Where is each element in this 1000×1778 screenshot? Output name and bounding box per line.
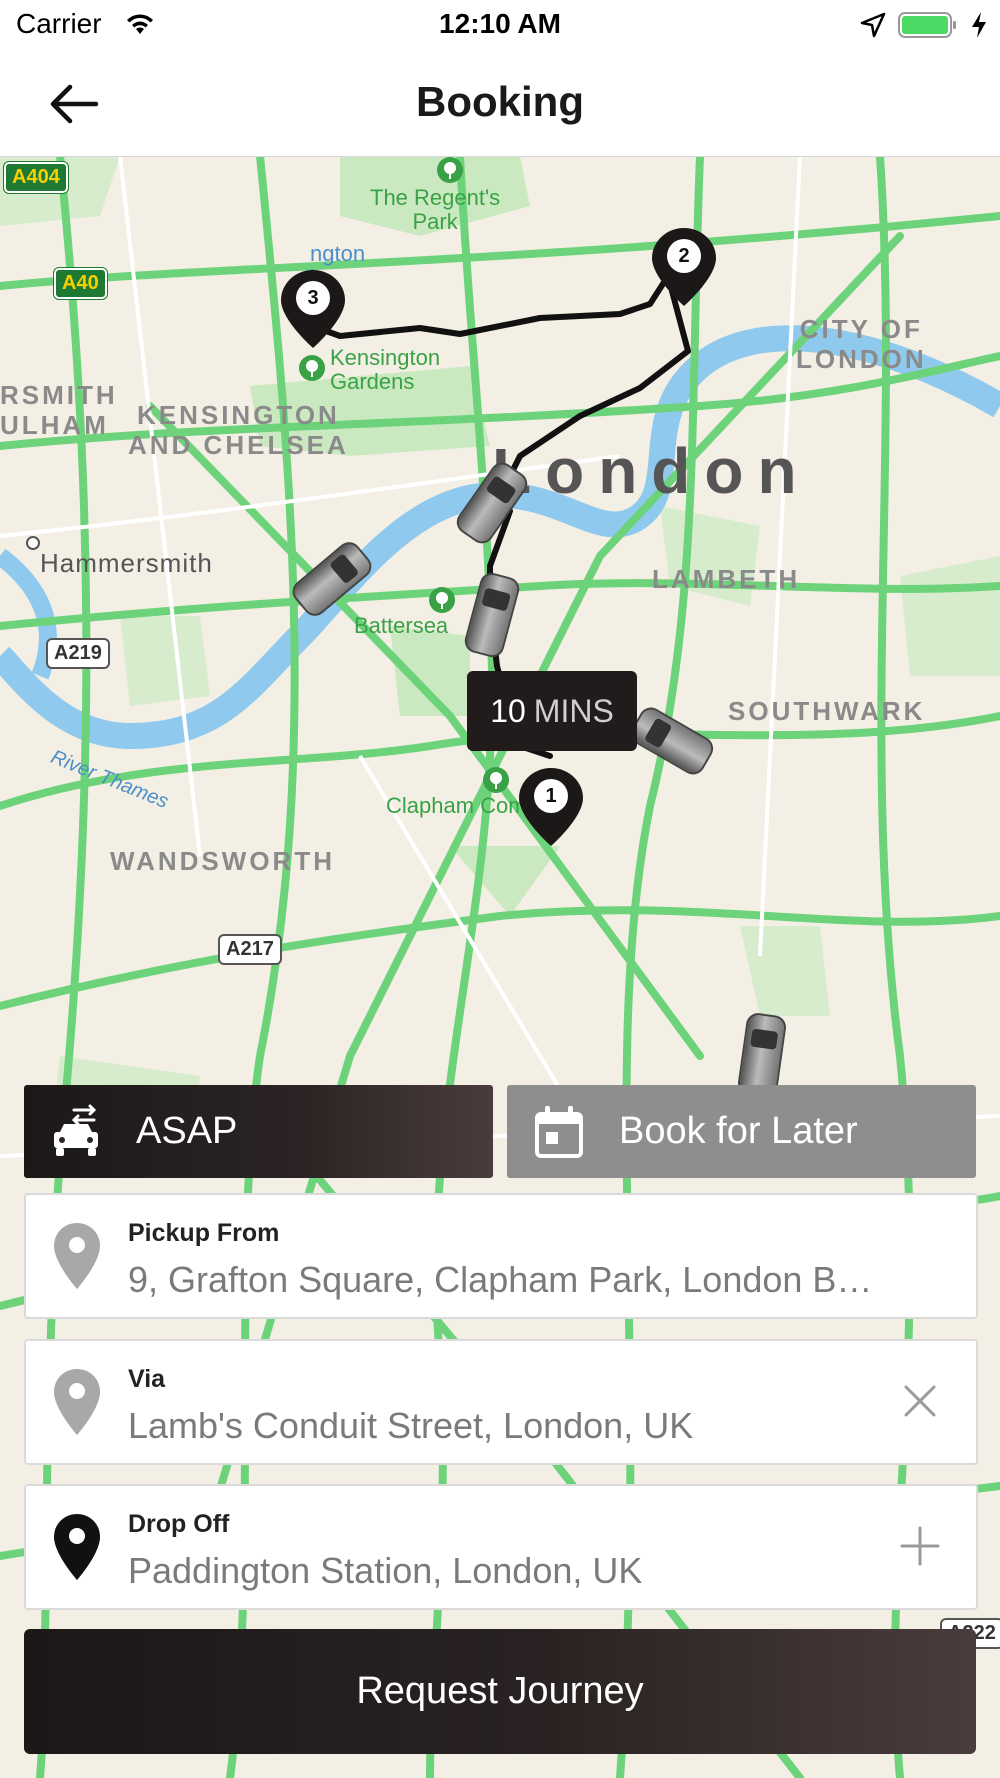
route-pin-number: 1 [534, 779, 568, 813]
asap-label: ASAP [136, 1110, 238, 1152]
map-label-lambeth: LAMBETH [652, 564, 801, 594]
book-for-later-button[interactable]: Book for Later [507, 1085, 976, 1178]
via-field[interactable]: Via Lamb's Conduit Street, London, UK [24, 1339, 978, 1465]
route-pin-1[interactable]: 1 [517, 766, 585, 848]
road-shield-a40: A40 [53, 267, 108, 300]
road-shield-a219: A219 [46, 638, 110, 669]
via-label: Via [128, 1365, 166, 1393]
eta-value: 10 [490, 692, 526, 729]
calendar-icon [535, 1105, 583, 1158]
via-value: Lamb's Conduit Street, London, UK [128, 1405, 694, 1446]
map-label-city-of-london: CITY OF LONDON [796, 314, 927, 374]
map-label-wandsworth: WANDSWORTH [110, 846, 335, 876]
status-bar: Carrier 12:10 AM [0, 0, 1000, 52]
map-pin-black-icon [54, 1514, 100, 1580]
station-dot [26, 536, 40, 550]
route-pin-3[interactable]: 3 [279, 268, 347, 350]
asap-button[interactable]: ASAP [24, 1085, 493, 1178]
booking-mode-toggle: ASAP Book for Later [24, 1085, 976, 1178]
pickup-value: 9, Grafton Square, Clapham Park, London … [128, 1259, 873, 1300]
park-label-kensington-gardens: Kensington Gardens [330, 345, 441, 394]
plus-icon[interactable] [900, 1526, 940, 1566]
road-shield-a217: A217 [218, 934, 282, 965]
park-label-regents: The Regent's Park [370, 185, 501, 234]
close-icon[interactable] [900, 1381, 940, 1421]
park-label-battersea: Battersea [354, 613, 449, 638]
dropoff-label: Drop Off [128, 1510, 230, 1538]
book-for-later-label: Book for Later [619, 1110, 858, 1152]
pickup-label: Pickup From [128, 1219, 280, 1247]
request-journey-button[interactable]: Request Journey [24, 1629, 976, 1754]
eta-unit: MINS [533, 692, 614, 729]
map-label-hammersmith: Hammersmith [40, 548, 213, 578]
map-label-southwark: SOUTHWARK [728, 696, 926, 726]
page-title: Booking [416, 78, 584, 125]
park-tree-icon [299, 355, 325, 381]
map-label-london: London [492, 435, 811, 507]
navigation-bar: Booking [0, 52, 1000, 157]
map-pin-gray-icon [54, 1223, 100, 1289]
dropoff-value: Paddington Station, London, UK [128, 1550, 643, 1591]
location-arrow-icon [860, 12, 886, 38]
route-pin-2[interactable]: 2 [650, 226, 718, 308]
park-tree-icon [429, 587, 455, 613]
pickup-field[interactable]: Pickup From 9, Grafton Square, Clapham P… [24, 1193, 978, 1319]
dropoff-field[interactable]: Drop Off Paddington Station, London, UK [24, 1484, 978, 1610]
taxi-swap-icon [54, 1104, 98, 1156]
clock: 12:10 AM [439, 8, 561, 39]
route-pin-number: 2 [667, 239, 701, 273]
battery-charging-icon [898, 12, 956, 38]
park-tree-icon [437, 157, 463, 183]
map-label-kensington: KENSINGTON AND CHELSEA [128, 400, 349, 460]
map-label-fulham: RSMITH ULHAM [0, 380, 118, 440]
road-shield-a404: A404 [3, 161, 69, 194]
eta-badge: 10 MINS [467, 671, 637, 751]
park-tree-icon [483, 767, 509, 793]
map-pin-gray-icon [54, 1369, 100, 1435]
route-pin-number: 3 [296, 281, 330, 315]
charging-bolt-icon [972, 12, 986, 38]
